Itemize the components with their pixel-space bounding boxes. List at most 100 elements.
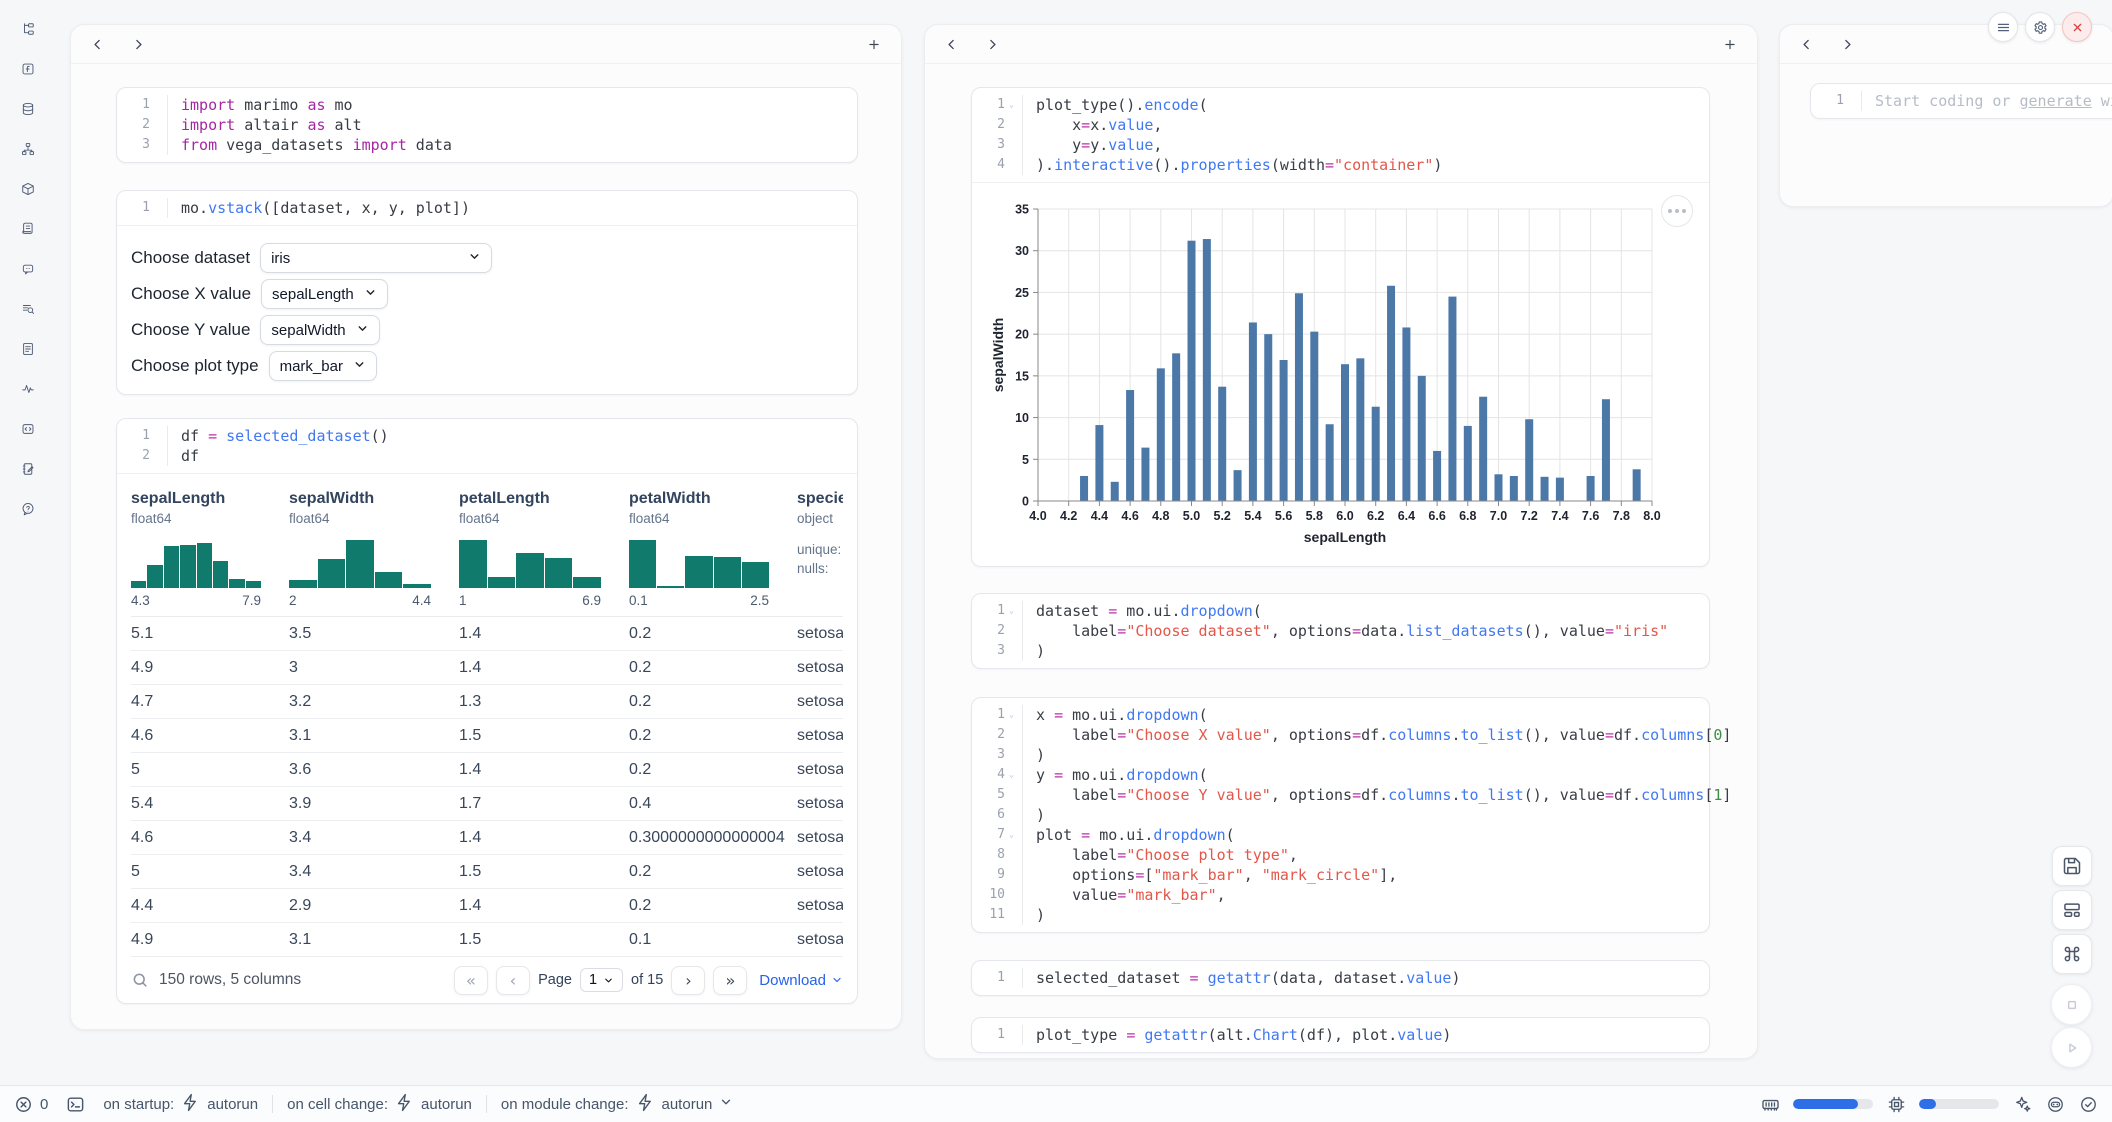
code-editor[interactable]: 1plot_type = getattr(alt.Chart(df), plot… [972, 1018, 1709, 1052]
code-editor[interactable]: 1import marimo as mo2import altair as al… [117, 88, 857, 162]
editor-placeholder: Start coding or generate with [1875, 91, 2112, 111]
sidebar-logs-icon[interactable] [15, 216, 41, 242]
cell-plot-type[interactable]: 1plot_type = getattr(alt.Chart(df), plot… [971, 1017, 1710, 1053]
cell-xy-plot-dropdowns[interactable]: 1⌄x = mo.ui.dropdown(2 label="Choose X v… [971, 697, 1710, 933]
bar-chart[interactable]: 4.04.24.44.64.85.05.25.45.65.86.06.26.46… [990, 197, 1662, 549]
first-page-button[interactable]: « [454, 966, 488, 995]
sidebar-scratchpad-icon[interactable] [15, 456, 41, 482]
table-row[interactable]: 4.42.91.40.2setosa [131, 889, 843, 923]
sidebar-file-tree-icon[interactable] [15, 16, 41, 42]
page-select[interactable]: 1 [580, 968, 623, 992]
sidebar-help-icon[interactable] [15, 496, 41, 522]
table-row[interactable]: 53.61.40.2setosa [131, 753, 843, 787]
sidebar-tracing-icon[interactable] [15, 376, 41, 402]
cell-dataset-dropdown[interactable]: 1⌄dataset = mo.ui.dropdown(2 label="Choo… [971, 593, 1710, 669]
table-row[interactable]: 4.931.40.2setosa [131, 651, 843, 685]
memory-usage[interactable] [1761, 1095, 1873, 1114]
menu-icon[interactable] [1988, 12, 2018, 42]
copilot-icon[interactable] [2046, 1095, 2065, 1114]
terminal-button[interactable] [66, 1095, 85, 1114]
chart-bar [1433, 451, 1441, 501]
table-row[interactable]: 4.63.11.50.2setosa [131, 719, 843, 753]
cell-selected-dataset[interactable]: 1selected_dataset = getattr(data, datase… [971, 960, 1710, 996]
layout-icon[interactable] [2052, 890, 2092, 930]
chevron-left-icon[interactable] [939, 31, 965, 57]
column-header-sepalWidth[interactable]: sepalWidthfloat6424.4 [289, 482, 459, 608]
chevron-down-icon [719, 1095, 733, 1113]
table-row[interactable]: 5.43.91.70.4setosa [131, 787, 843, 821]
code-editor[interactable]: 1mo.vstack([dataset, x, y, plot]) [117, 191, 857, 225]
chevron-right-icon[interactable] [1834, 31, 1860, 57]
previous-page-button[interactable]: ‹ [496, 966, 530, 995]
chart-menu-icon[interactable] [1661, 195, 1693, 227]
cell-dataframe[interactable]: 1df = selected_dataset()2df sepalLengthf… [116, 418, 858, 1004]
control-row: Choose X valuesepalLength [131, 276, 857, 312]
code-editor[interactable]: 1df = selected_dataset()2df [117, 419, 857, 473]
chevron-left-icon[interactable] [1794, 31, 1820, 57]
search-icon[interactable] [131, 971, 149, 989]
code-editor[interactable]: 1 Start coding or generate with [1811, 84, 2112, 118]
sidebar-database-icon[interactable] [15, 96, 41, 122]
cpu-usage[interactable] [1887, 1095, 1999, 1114]
sidebar-functions-icon[interactable] [15, 56, 41, 82]
table-row[interactable]: 5.13.51.40.2setosa [131, 617, 843, 651]
column-header-petalWidth[interactable]: petalWidthfloat640.12.5 [629, 482, 797, 608]
sidebar-snippets-icon[interactable] [15, 416, 41, 442]
code-editor[interactable]: 1⌄x = mo.ui.dropdown(2 label="Choose X v… [972, 698, 1709, 932]
chevron-right-icon[interactable] [125, 31, 151, 57]
cpu-meter [1919, 1099, 1999, 1109]
code-editor[interactable]: 1⌄plot_type().encode(2 x=x.value,3 y=y.v… [972, 88, 1709, 182]
sidebar-package-icon[interactable] [15, 176, 41, 202]
code-editor[interactable]: 1⌄dataset = mo.ui.dropdown(2 label="Choo… [972, 594, 1709, 668]
chevron-left-icon[interactable] [85, 31, 111, 57]
sidebar-documentation-icon[interactable] [15, 336, 41, 362]
save-icon[interactable] [2052, 846, 2092, 886]
error-count[interactable]: 0 [14, 1095, 48, 1114]
column-max: 2.5 [750, 593, 769, 608]
generate-link[interactable]: generate [2020, 92, 2092, 110]
table-row[interactable]: 53.41.50.2setosa [131, 855, 843, 889]
line-number: 2 [142, 446, 150, 466]
column-header-sepalLength[interactable]: sepalLengthfloat644.37.9 [131, 482, 289, 608]
cell-empty[interactable]: 1 Start coding or generate with [1810, 83, 2112, 119]
histogram-bar [164, 546, 179, 588]
add-cell-icon[interactable] [1717, 31, 1743, 57]
cell-imports[interactable]: 1import marimo as mo2import altair as al… [116, 87, 858, 163]
last-page-button[interactable]: » [713, 966, 747, 995]
dropdown-choose-y-value[interactable]: sepalWidth [260, 315, 379, 345]
table-row[interactable]: 4.93.11.50.1setosa [131, 923, 843, 957]
autorun-setting[interactable]: on cell change:autorun [287, 1093, 472, 1116]
keyboard-shortcuts-icon[interactable] [2052, 934, 2092, 974]
code-editor[interactable]: 1selected_dataset = getattr(data, datase… [972, 961, 1709, 995]
table-cell: setosa [797, 693, 843, 711]
chevron-right-icon[interactable] [979, 31, 1005, 57]
dropdown-choose-dataset[interactable]: iris [260, 243, 492, 273]
autorun-setting[interactable]: on module change:autorun [501, 1093, 733, 1116]
cell-vstack[interactable]: 1mo.vstack([dataset, x, y, plot]) Choose… [116, 190, 858, 395]
download-button[interactable]: Download [759, 972, 843, 989]
cell-altair-chart[interactable]: 1⌄plot_type().encode(2 x=x.value,3 y=y.v… [971, 87, 1710, 567]
connection-check-icon[interactable] [2079, 1095, 2098, 1114]
table-row[interactable]: 4.73.21.30.2setosa [131, 685, 843, 719]
chevron-down-icon [353, 358, 366, 375]
column-header-petalLength[interactable]: petalLengthfloat6416.9 [459, 482, 629, 608]
settings-gear-icon[interactable] [2025, 12, 2055, 42]
next-page-button[interactable]: › [671, 966, 705, 995]
column-dtype: float64 [629, 511, 769, 526]
sidebar-dependency-graph-icon[interactable] [15, 136, 41, 162]
dropdown-choose-plot-type[interactable]: mark_bar [269, 351, 377, 381]
table-cell: 2.9 [289, 897, 459, 915]
sidebar-outline-search-icon[interactable] [15, 296, 41, 322]
column-header-species[interactable]: speciesobjectunique:nulls: [797, 482, 843, 608]
shutdown-close-icon[interactable] [2062, 12, 2092, 42]
ai-sparkles-icon[interactable] [2013, 1095, 2032, 1114]
run-icon[interactable] [2051, 1027, 2092, 1068]
chart-bar [1326, 424, 1334, 501]
add-cell-icon[interactable] [861, 31, 887, 57]
autorun-setting[interactable]: on startup:autorun [103, 1093, 258, 1116]
table-row[interactable]: 4.63.41.40.3000000000000004setosa [131, 821, 843, 855]
dropdown-choose-x-value[interactable]: sepalLength [261, 279, 388, 309]
stop-icon[interactable] [2051, 984, 2092, 1025]
sidebar-ai-chat-icon[interactable] [15, 256, 41, 282]
cell-output-chart[interactable]: 4.04.24.44.64.85.05.25.45.65.86.06.26.46… [972, 182, 1709, 566]
